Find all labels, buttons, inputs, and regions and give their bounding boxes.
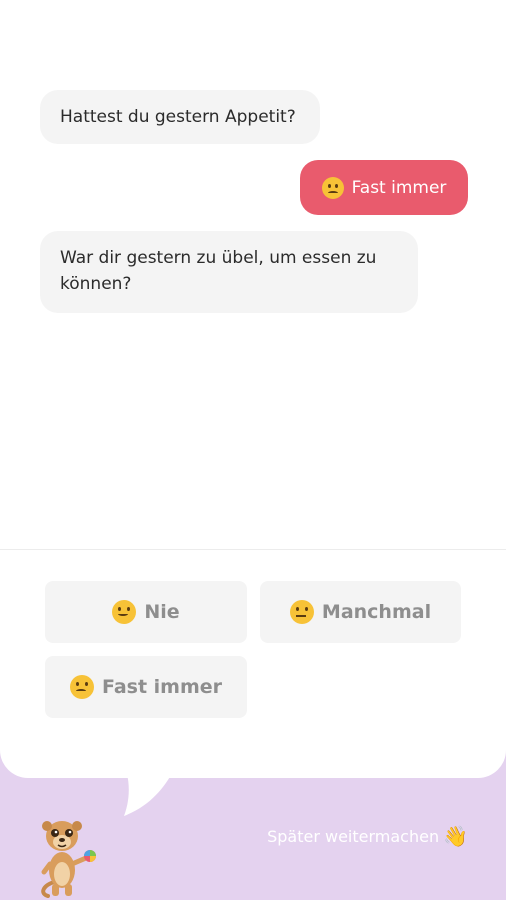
speech-bubble-tail xyxy=(124,770,174,816)
bot-message: Hattest du gestern Appetit? xyxy=(40,90,320,144)
answer-option-label: Manchmal xyxy=(321,601,432,623)
continue-later-label: Später weitermachen xyxy=(267,826,440,846)
slightly-frowning-face-icon xyxy=(321,176,344,199)
waving-hand-icon: 👋 xyxy=(443,824,468,848)
divider xyxy=(0,549,506,550)
answer-option-manchmal[interactable]: Manchmal xyxy=(260,581,461,643)
bot-message-text: War dir gestern zu übel, um essen zu kön… xyxy=(60,248,377,294)
answer-option-label: Fast immer xyxy=(101,676,223,698)
bot-message: War dir gestern zu übel, um essen zu kön… xyxy=(40,231,418,313)
answer-option-label: Nie xyxy=(144,601,180,623)
answer-option-nie[interactable]: Nie xyxy=(45,581,247,643)
answer-option-fast-immer[interactable]: Fast immer xyxy=(45,656,247,718)
user-message: Fast immer xyxy=(300,160,468,215)
neutral-face-icon xyxy=(289,600,314,624)
chat-card: Hattest du gestern Appetit? Fast immer W… xyxy=(0,0,506,778)
slightly-frowning-face-icon xyxy=(69,675,94,699)
bot-message-text: Hattest du gestern Appetit? xyxy=(60,107,296,127)
slightly-smiling-face-icon xyxy=(112,600,137,624)
user-message-text: Fast immer xyxy=(351,177,447,198)
continue-later-link[interactable]: Später weitermachen 👋 xyxy=(267,826,468,846)
meerkat-mascot-icon xyxy=(41,821,96,898)
